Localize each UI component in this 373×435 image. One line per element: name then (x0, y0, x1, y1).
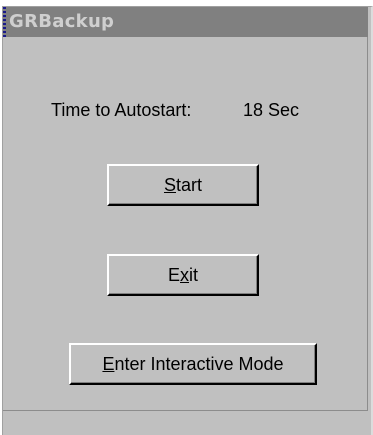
start-label-rest: tart (176, 174, 203, 195)
title-bar-edge (3, 7, 6, 37)
autostart-label: Time to Autostart: (51, 100, 192, 120)
autostart-countdown: 18 Sec (243, 100, 300, 120)
exit-button[interactable]: Ex it (107, 254, 259, 296)
start-button[interactable]: Start (107, 164, 259, 206)
exit-label-rest: it (189, 264, 198, 285)
exit-label-pre: E (167, 264, 180, 285)
interactive-label-rest: nter Interactive Mode (114, 353, 284, 374)
window-title: GRBackup (9, 11, 115, 32)
title-bar[interactable]: GRBackup (3, 7, 368, 37)
exit-mnemonic: x (180, 264, 189, 285)
grbackup-window: GRBackup Time to Autostart: 18 Sec Start… (2, 6, 373, 435)
interactive-mnemonic: E (102, 353, 115, 374)
dialog-client-area: Time to Autostart: 18 Sec Start Ex it Ent… (3, 37, 368, 411)
enter-interactive-mode-button[interactable]: Enter Interactive Mode (69, 343, 317, 385)
start-mnemonic: S (163, 174, 176, 195)
